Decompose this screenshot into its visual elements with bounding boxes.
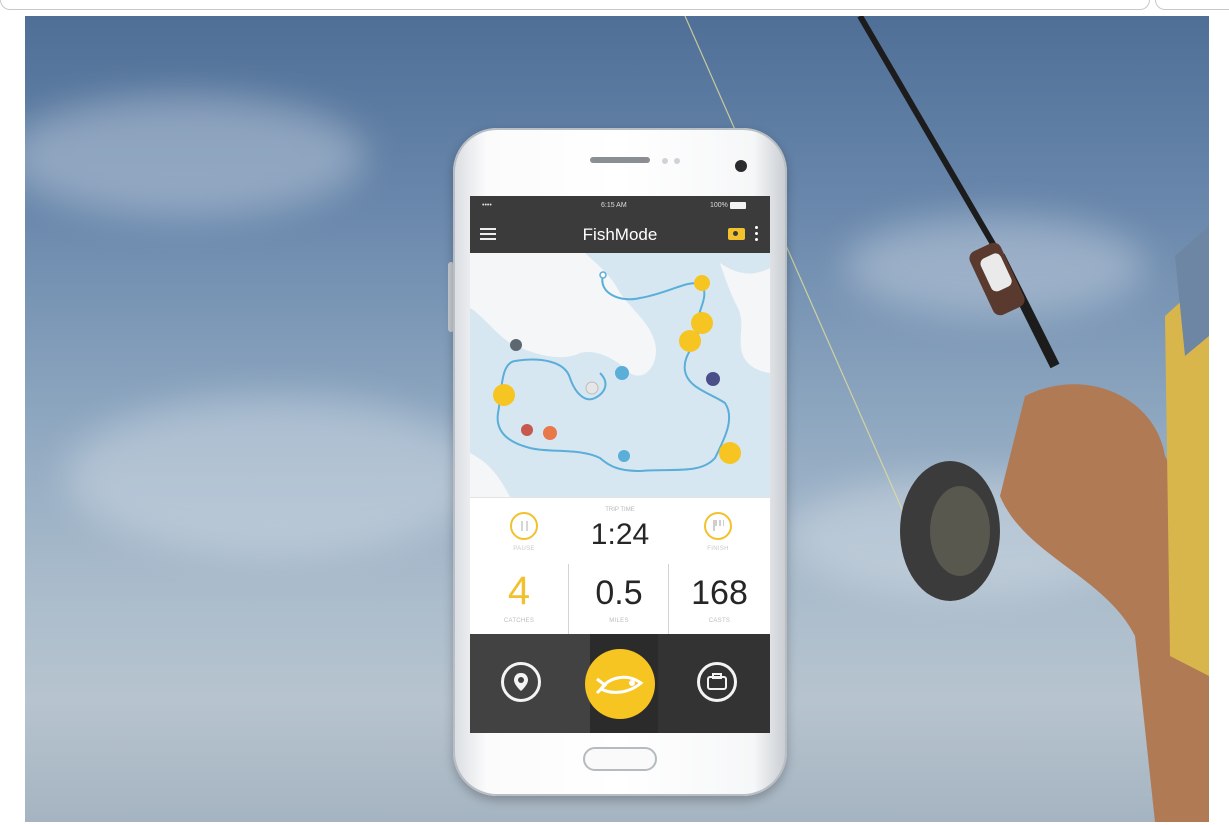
flag-icon <box>713 520 725 531</box>
status-time: 6:15 AM <box>601 202 627 209</box>
browser-tab-left <box>0 0 1150 10</box>
app-title: FishMode <box>582 225 658 244</box>
finish-button[interactable] <box>704 512 732 540</box>
battery-percent: 100% <box>710 202 728 209</box>
stat-catches: 4 CATCHES <box>470 564 569 634</box>
screenshot-frame: •••• 6:15 AM 100% FishMode PAUSE TRIP TI… <box>0 0 1229 825</box>
trip-map[interactable] <box>470 253 770 497</box>
app-bar: FishMode <box>470 216 770 253</box>
browser-tab-right <box>1155 0 1229 10</box>
phone-speaker <box>590 157 650 163</box>
finish-label: FINISH <box>707 546 729 552</box>
casts-label: CASTS <box>708 618 731 624</box>
signal-indicator: •••• <box>482 202 492 209</box>
more-vert-icon[interactable] <box>755 226 758 242</box>
pause-button[interactable] <box>510 512 538 540</box>
stat-miles: 0.5 MILES <box>570 564 669 634</box>
phone-home-button[interactable] <box>583 747 657 771</box>
camera-icon[interactable] <box>728 228 745 240</box>
trip-time-label: TRIP TIME <box>605 507 635 513</box>
pause-label: PAUSE <box>513 546 535 552</box>
trip-controls: PAUSE TRIP TIME 1:24 FINISH <box>470 497 770 565</box>
miles-value: 0.5 <box>595 574 643 612</box>
location-pin-icon[interactable] <box>501 662 541 702</box>
miles-label: MILES <box>609 618 629 624</box>
map-canvas[interactable] <box>470 253 770 497</box>
pause-icon <box>520 521 529 531</box>
status-bar: •••• 6:15 AM 100% <box>470 196 770 216</box>
battery-icon <box>730 202 746 209</box>
trip-time-value: 1:24 <box>590 518 650 551</box>
phone-sensor <box>674 158 680 164</box>
tackle-box-icon[interactable] <box>697 662 737 702</box>
fish-logo-icon[interactable] <box>585 649 655 719</box>
catches-value: 4 <box>507 569 531 613</box>
app-screen: •••• 6:15 AM 100% FishMode PAUSE TRIP TI… <box>470 196 770 733</box>
phone-front-camera <box>735 160 747 172</box>
phone-sensor <box>662 158 668 164</box>
bottom-navigation <box>470 634 770 733</box>
catches-label: CATCHES <box>503 618 535 624</box>
trip-stats: 4 CATCHES 0.5 MILES 168 CASTS <box>470 564 770 634</box>
stat-casts: 168 CASTS <box>670 564 769 634</box>
casts-value: 168 <box>691 574 748 612</box>
